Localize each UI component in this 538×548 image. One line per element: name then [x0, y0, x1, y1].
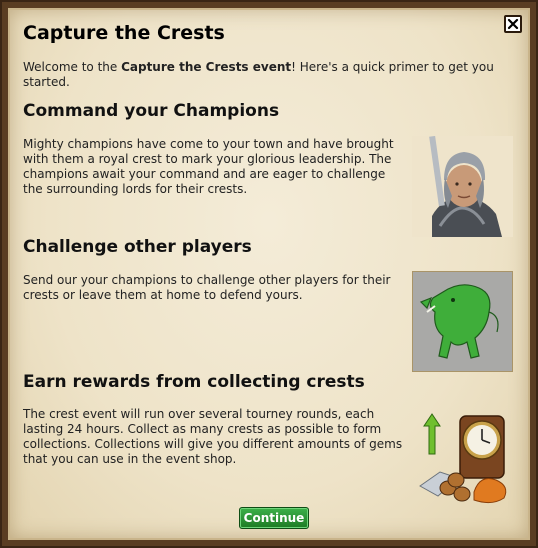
intro-text-start: Welcome to the	[23, 60, 122, 74]
continue-button[interactable]: Continue	[239, 507, 309, 529]
intro-text: Welcome to the Capture the Crests event!…	[23, 60, 513, 90]
intro-text-bold: Capture the Crests event	[121, 60, 292, 74]
close-button[interactable]	[504, 15, 522, 33]
knight-portrait-icon	[412, 136, 513, 237]
section-heading-champions: Command your Champions	[23, 101, 280, 121]
boar-crest-icon	[412, 271, 513, 372]
section-heading-rewards: Earn rewards from collecting crests	[23, 372, 365, 392]
section-body-champions: Mighty champions have come to your town …	[23, 137, 394, 196]
clock-and-resources-icon	[412, 408, 513, 508]
dialog-title: Capture the Crests	[23, 22, 225, 44]
dialog-frame: Capture the Crests Welcome to the Captur…	[0, 0, 538, 548]
section-heading-challenge: Challenge other players	[23, 237, 252, 257]
dialog-panel: Capture the Crests Welcome to the Captur…	[8, 8, 530, 540]
close-icon	[507, 18, 519, 30]
section-body-rewards: The crest event will run over several to…	[23, 407, 403, 466]
section-body-challenge: Send our your champions to challenge oth…	[23, 273, 391, 302]
